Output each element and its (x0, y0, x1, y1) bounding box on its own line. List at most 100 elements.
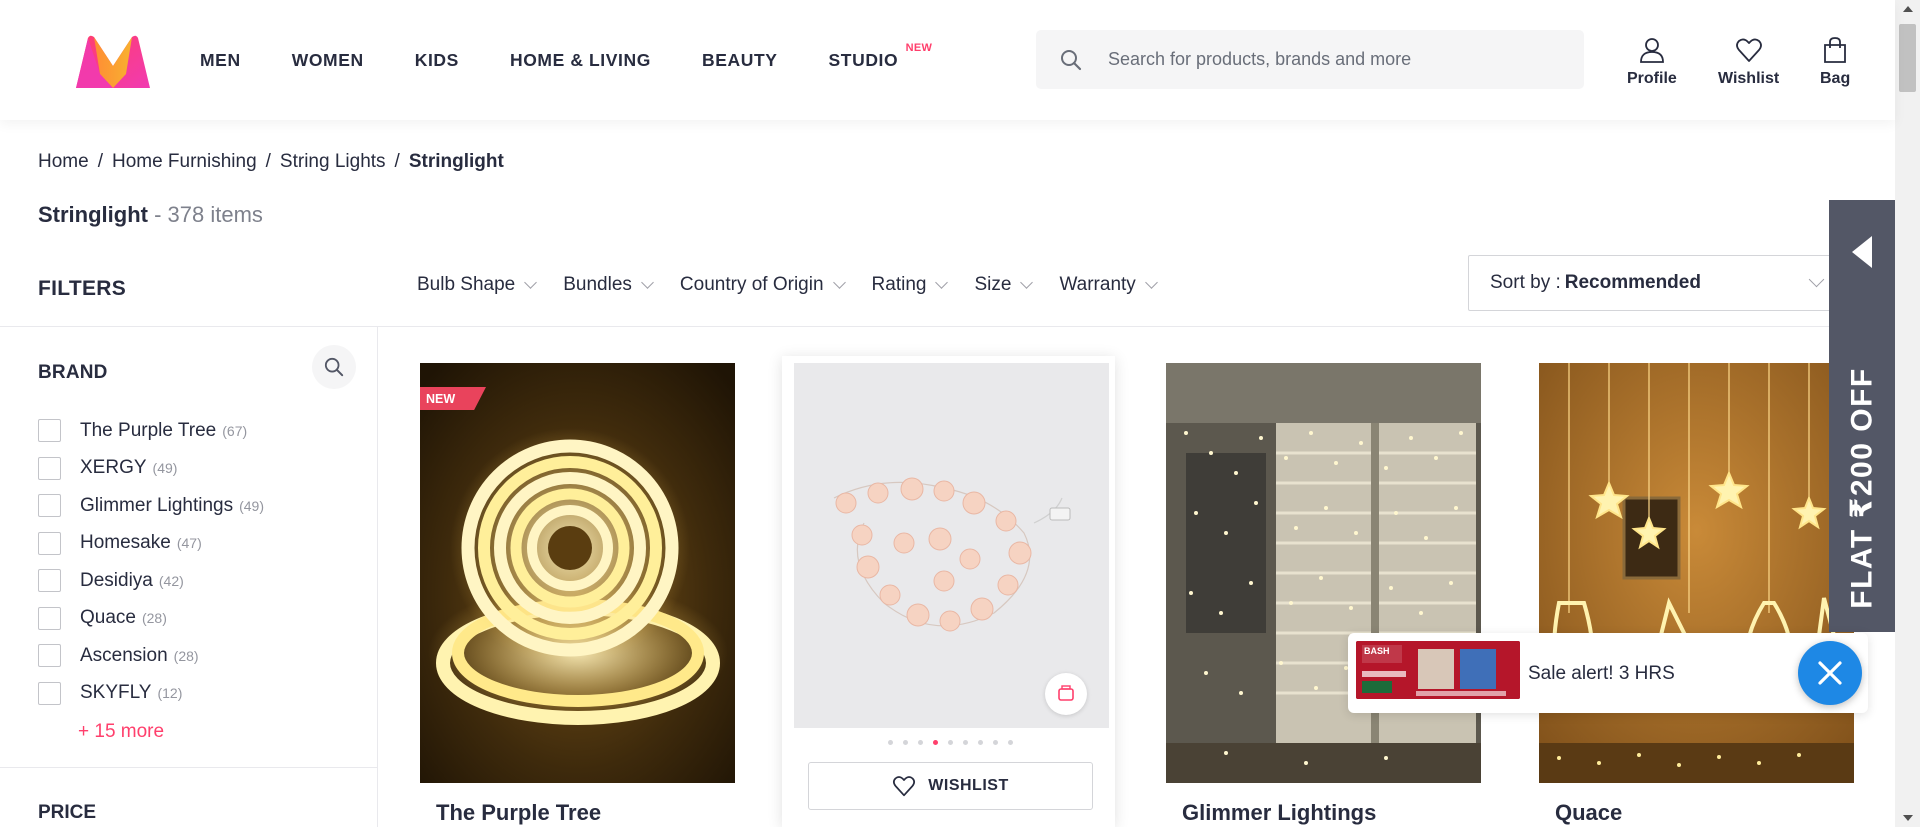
brand-option[interactable]: The Purple Tree (67) (38, 412, 264, 450)
brand-checkbox[interactable] (38, 531, 61, 555)
page-scrollbar[interactable] (1895, 0, 1920, 827)
nav-kids[interactable]: KIDS (415, 50, 459, 71)
carousel-dot[interactable] (978, 740, 983, 745)
nav-home-living[interactable]: HOME & LIVING (510, 50, 651, 71)
product-image[interactable] (1166, 363, 1481, 783)
profile-button[interactable]: Profile (1627, 36, 1677, 88)
nav-beauty-label: BEAUTY (701, 49, 778, 70)
wishlist-label: Wishlist (1718, 70, 1780, 87)
brand-name: Ascension (80, 644, 168, 666)
brand-checkbox[interactable] (38, 569, 61, 593)
brand-name: Quace (80, 607, 136, 629)
carousel-dot[interactable] (888, 740, 893, 745)
brand-checkbox[interactable] (38, 681, 61, 705)
product-image[interactable] (1539, 363, 1854, 783)
nav-women[interactable]: WOMEN (292, 50, 364, 71)
carousel-dot[interactable] (948, 740, 953, 745)
brand-count: (28) (141, 610, 167, 627)
myntra-logo[interactable] (74, 34, 152, 88)
brand-option[interactable]: Glimmer Lightings (49) (38, 487, 264, 525)
brand-checkbox[interactable] (38, 606, 61, 630)
carousel-dot[interactable] (903, 740, 908, 745)
bag-button[interactable]: Bag (1820, 36, 1850, 88)
filter-warranty[interactable]: Warranty (1059, 274, 1158, 296)
divider (0, 326, 1895, 327)
brand-count: (28) (173, 647, 199, 664)
brand-option[interactable]: Quace (28) (38, 600, 264, 638)
search-input[interactable] (1108, 49, 1548, 70)
carousel-dot-active[interactable] (933, 740, 938, 745)
brand-checkbox[interactable] (38, 494, 61, 518)
scroll-down-arrow[interactable] (1903, 815, 1913, 821)
more-brands-link[interactable]: + 15 more (78, 721, 164, 743)
view-similar-button[interactable] (1045, 673, 1087, 715)
breadcrumb-home-furnishing[interactable]: Home Furnishing (112, 151, 257, 173)
sale-alert-popup[interactable]: BASH Sale alert! 3 HRS (1348, 633, 1868, 713)
heart-icon (1735, 38, 1762, 62)
brand-option[interactable]: XERGY (49) (38, 450, 264, 488)
breadcrumb-separator: / (265, 151, 271, 172)
sort-dropdown[interactable]: Sort by : Recommended (1468, 255, 1833, 311)
filter-bulb-shape[interactable]: Bulb Shape (417, 274, 538, 296)
flat-offer-tab[interactable]: FLAT ₹200 OFF (1829, 200, 1895, 632)
filter-label: Bulb Shape (417, 274, 516, 295)
filter-size[interactable]: Size (974, 274, 1034, 296)
chevron-down-icon (1020, 276, 1034, 289)
search-bar[interactable] (1036, 30, 1584, 89)
filter-bar: Bulb Shape Bundles Country of Origin Rat… (417, 274, 1184, 296)
nav-beauty[interactable]: BEAUTY (702, 50, 778, 71)
brand-option[interactable]: Homesake (47) (38, 525, 264, 563)
brand-count: (47) (176, 535, 202, 552)
filter-label: Size (974, 274, 1012, 295)
carousel-dot[interactable] (993, 740, 998, 745)
brand-option[interactable]: Ascension (28) (38, 637, 264, 675)
brand-count: (12) (157, 685, 183, 702)
sort-prefix: Sort by : (1490, 272, 1561, 293)
close-sale-alert-button[interactable] (1798, 641, 1862, 705)
person-icon (1639, 38, 1664, 63)
product-card[interactable] (794, 363, 1109, 783)
breadcrumb-current: Stringlight (408, 151, 504, 172)
scroll-up-arrow[interactable] (1903, 6, 1913, 12)
breadcrumb-string-lights[interactable]: String Lights (280, 151, 386, 173)
filter-label: Warranty (1059, 274, 1136, 295)
product-brand: Quace (1555, 800, 1623, 825)
filter-rating[interactable]: Rating (872, 274, 949, 296)
chevron-down-icon (832, 276, 846, 289)
product-card[interactable]: Quace (1539, 363, 1854, 825)
brand-search-button[interactable] (312, 345, 356, 389)
filter-country-of-origin[interactable]: Country of Origin (680, 274, 846, 296)
main-nav: MEN WOMEN KIDS HOME & LIVING BEAUTY STUD… (200, 0, 949, 120)
nav-men-label: MEN (200, 49, 241, 70)
breadcrumb: Home / Home Furnishing / String Lights /… (38, 151, 504, 173)
product-card[interactable]: Glimmer Lightings (1166, 363, 1481, 825)
product-card[interactable]: NEW The Purple Tree (420, 363, 735, 825)
brand-option[interactable]: SKYFLY (12) (38, 675, 264, 713)
sale-banner-thumbnail[interactable]: BASH (1356, 641, 1520, 699)
wishlist-button-label: WISHLIST (928, 777, 1009, 794)
breadcrumb-home[interactable]: Home (38, 151, 89, 173)
product-image[interactable]: NEW (420, 363, 735, 783)
filter-bundles[interactable]: Bundles (563, 274, 654, 296)
brand-checkbox[interactable] (38, 456, 61, 480)
nav-studio[interactable]: STUDIO NEW (829, 42, 932, 71)
brand-name: The Purple Tree (80, 419, 217, 441)
add-to-wishlist-button[interactable]: WISHLIST (808, 762, 1093, 810)
carousel-dot[interactable] (918, 740, 923, 745)
product-image[interactable] (794, 363, 1109, 783)
brand-name: Desidiya (80, 569, 153, 591)
carousel-dot[interactable] (963, 740, 968, 745)
image-carousel-dots[interactable] (888, 740, 1023, 745)
chevron-down-icon (1144, 276, 1158, 289)
scroll-thumb[interactable] (1899, 24, 1916, 92)
carousel-dot[interactable] (1008, 740, 1013, 745)
brand-checkbox[interactable] (38, 644, 61, 668)
nav-women-label: WOMEN (291, 49, 364, 70)
brand-name: Homesake (80, 532, 171, 554)
chevron-down-icon (935, 276, 949, 289)
brand-option[interactable]: Desidiya (42) (38, 562, 264, 600)
brand-checkbox[interactable] (38, 419, 61, 443)
page-title: Stringlight - 378 items (38, 202, 263, 228)
wishlist-button[interactable]: Wishlist (1718, 36, 1779, 88)
nav-men[interactable]: MEN (200, 50, 241, 71)
